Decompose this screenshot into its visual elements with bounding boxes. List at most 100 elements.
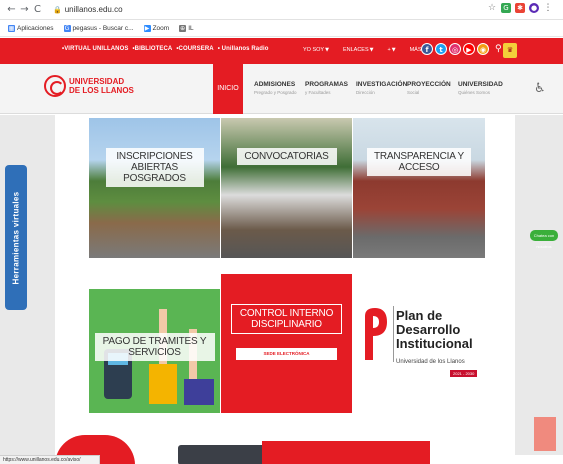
bookmark-label: IL [188,24,194,32]
tile-control-interno[interactable]: CONTROL INTERNO DISCIPLINARIO SEDE ELECT… [221,274,352,413]
content-area: INSCRIPCIONES ABIERTAS POSGRADOS CONVOCA… [0,115,563,464]
page-frame: ← → C 🔒 unillanos.edu.co ☆ G ✱ ● ⋮ ▦ Apl… [0,0,563,464]
social-links: f t ◎ ▶ ◉ ⚲ [421,43,502,55]
extension-icon[interactable]: ✱ [515,3,525,13]
nav-title: PROYECCIÓN [407,81,451,88]
sede-electronica-button[interactable]: SEDE ELECTRÓNICA [236,348,337,360]
logo-line2: DE LOS LLANOS [69,86,134,95]
tile-plan-desarrollo[interactable]: Plan de Desarrollo Institucional Univers… [353,274,485,413]
bookmark-il[interactable]: ⊕ IL [179,24,194,32]
quick-links: •VIRTUAL UNILLANOS •BIBLIOTECA •COURSERA… [62,46,269,52]
bookmark-label: Aplicaciones [17,24,54,32]
divider [393,306,394,362]
instagram-icon[interactable]: ◎ [449,43,461,55]
logo-text: UNIVERSIDAD DE LOS LLANOS [69,77,134,95]
university-logo[interactable]: UNIVERSIDAD DE LOS LLANOS [44,75,134,97]
nav-title: UNIVERSIDAD [458,81,503,88]
menu-label: + [387,47,391,53]
nav-title: INVESTIGACIÓN [356,81,408,88]
whatsapp-chat-button[interactable]: Chatea con nosotros [530,230,558,249]
menu-yo-soy[interactable]: YO SOY ▼ [303,47,329,53]
status-bar-url: https://www.unillanos.edu.co/aviso/ [0,455,100,464]
tile-partial-red-wide[interactable] [298,441,430,464]
scroll-to-top-button[interactable] [534,417,556,451]
tile-convocatorias[interactable]: CONVOCATORIAS [221,118,352,258]
plan-subtitle: Universidad de los Llanos [396,359,465,365]
tile-partial-red[interactable] [262,441,300,464]
herramientas-virtuales-tab[interactable]: Herramientas virtuales [5,165,27,310]
quick-link-coursera[interactable]: •COURSERA [176,46,213,52]
quick-link-virtual[interactable]: •VIRTUAL UNILLANOS [62,46,128,52]
nav-subtitle: Pregrado y Posgrado [254,90,297,95]
tile-label: CONVOCATORIAS [236,148,337,165]
url-text: unillanos.edu.co [64,5,123,14]
extension-icon[interactable]: G [501,3,511,13]
tile-label: INSCRIPCIONES ABIERTAS POSGRADOS [105,148,204,187]
bookmark-label: Zoom [152,24,170,32]
tile-label: CONTROL INTERNO DISCIPLINARIO [231,304,342,334]
nav-subtitle: Quiénes Somos [458,90,491,95]
nav-investigacion[interactable]: INVESTIGACIÓN Dirección [356,81,408,95]
site-topbar: •VIRTUAL UNILLANOS •BIBLIOTECA •COURSERA… [0,38,563,64]
menu-plus[interactable]: + ▼ [388,47,396,53]
search-icon[interactable]: ⚲ [495,44,502,54]
bookmark-pegasus[interactable]: G pegasus - Buscar c... [63,24,134,32]
bookmark-label: pegasus - Buscar c... [72,24,134,32]
google-g-icon: G [63,24,71,32]
quick-link-biblioteca[interactable]: •BIBLIOTECA [132,46,172,52]
url-field[interactable]: 🔒 unillanos.edu.co [53,5,123,14]
colombia-seal-icon: ♛ [503,43,517,58]
nav-subtitle: y Facultades [305,90,331,95]
nav-title: PROGRAMAS [305,81,348,88]
nav-universidad[interactable]: UNIVERSIDAD Quiénes Somos [458,81,508,95]
nav-title: ADMISIONES [254,81,296,88]
plan-logo-icon [365,308,387,360]
nav-programas[interactable]: PROGRAMAS y Facultades [305,81,355,95]
tile-label: TRANSPARENCIA Y ACCESO [367,148,471,176]
nav-admisiones[interactable]: ADMISIONES Pregrado y Posgrado [254,81,304,95]
tile-transparencia[interactable]: TRANSPARENCIA Y ACCESO [353,118,485,258]
twitter-icon[interactable]: t [435,43,447,55]
menu-enlaces[interactable]: ENLACES ▼ [343,47,374,53]
reload-icon[interactable]: C [32,4,43,15]
nav-subtitle: Social [407,90,420,95]
accessibility-icon[interactable]: ♿ [534,81,546,96]
caret-down-icon: ▼ [391,47,396,53]
profile-avatar[interactable]: ● [529,3,539,13]
forward-arrow-icon[interactable]: → [19,4,30,15]
plan-title: Plan de Desarrollo Institucional [396,308,473,351]
bookmark-apps[interactable]: ▦ Aplicaciones [8,24,54,32]
nav-proyeccion[interactable]: PROYECCIÓN Social [407,81,457,95]
nav-inicio[interactable]: INICIO [213,64,243,114]
nav-subtitle: Dirección [356,90,375,95]
browser-address-bar: ← → C 🔒 unillanos.edu.co ☆ G ✱ ● ⋮ [0,0,563,20]
menu-label: YO SOY [303,47,325,53]
zoom-icon: ▶ [143,24,151,32]
tile-inscripciones[interactable]: INSCRIPCIONES ABIERTAS POSGRADOS [89,118,220,258]
logo-mark-icon [44,75,66,97]
top-menus: YO SOY▼ ENLACES▼ +▼ MÁS▼ [303,47,426,53]
caret-down-icon: ▼ [325,47,329,53]
tile-pago-tramites[interactable]: PAGO DE TRAMITES Y SERVICIOS [89,289,220,413]
rss-icon[interactable]: ◉ [477,43,489,55]
youtube-icon[interactable]: ▶ [463,43,475,55]
extensions-area: ☆ G ✱ ● ⋮ [487,3,553,13]
side-tab-label: Herramientas virtuales [11,191,21,284]
facebook-icon[interactable]: f [421,43,433,55]
menu-label: ENLACES [342,47,369,53]
site-icon: ⊕ [179,24,187,32]
tiles-panel: INSCRIPCIONES ABIERTAS POSGRADOS CONVOCA… [55,115,515,455]
quick-link-radio[interactable]: • Unillanos Radio [218,46,269,52]
logo-line1: UNIVERSIDAD [69,77,125,86]
back-arrow-icon[interactable]: ← [6,4,17,15]
star-icon[interactable]: ☆ [487,3,497,13]
bookmarks-bar: ▦ Aplicaciones G pegasus - Buscar c... ▶… [0,20,563,37]
menu-label: MÁS [409,47,422,53]
menu-dots-icon[interactable]: ⋮ [543,3,553,13]
bookmark-zoom[interactable]: ▶ Zoom [143,24,170,32]
lock-icon: 🔒 [53,5,62,14]
plan-years: 2021 - 2030 [450,370,478,377]
caret-down-icon: ▼ [369,47,374,53]
apps-grid-icon: ▦ [8,24,15,32]
tile-label: PAGO DE TRAMITES Y SERVICIOS [94,333,215,361]
